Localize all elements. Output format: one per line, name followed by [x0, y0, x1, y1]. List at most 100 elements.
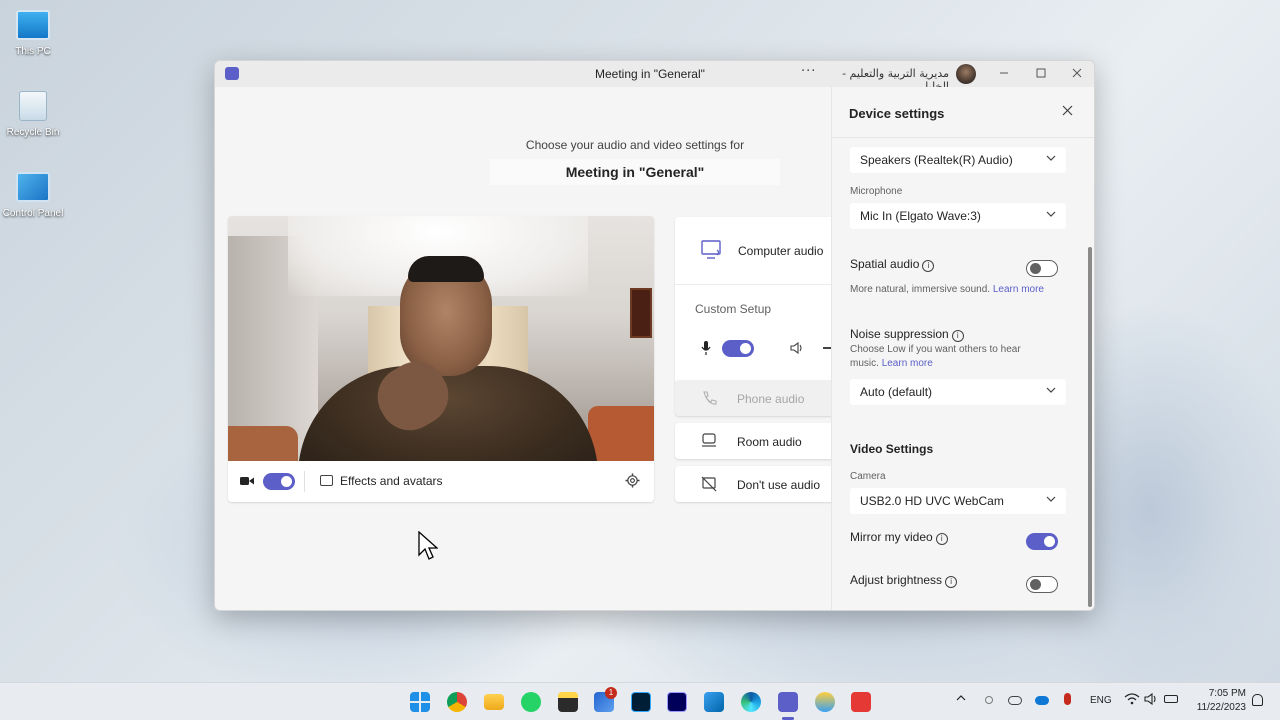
- speaker-value: Speakers (Realtek(R) Audio): [860, 153, 1013, 167]
- maximize-icon[interactable]: [1032, 65, 1050, 83]
- clock-date[interactable]: 11/22/2023: [1188, 702, 1246, 713]
- computer-audio-icon: [701, 240, 721, 259]
- notification-badge: 1: [605, 687, 617, 699]
- device-settings-pane: Device settings Speakers (Realtek(R) Aud…: [831, 87, 1094, 610]
- window-title: Meeting in "General": [595, 67, 705, 81]
- microphone-label: Microphone: [850, 186, 903, 197]
- avatar[interactable]: [956, 64, 976, 84]
- adjust-brightness-toggle[interactable]: [1026, 576, 1058, 593]
- chevron-down-icon: [1046, 387, 1056, 393]
- chevron-down-icon: [1046, 155, 1056, 161]
- no-audio-icon: [701, 476, 717, 492]
- recycle-bin-icon: [19, 91, 47, 121]
- phone-audio-option[interactable]: Phone audio: [675, 380, 845, 416]
- onedrive-icon[interactable]: [1035, 696, 1049, 705]
- learn-more-link[interactable]: Learn more: [882, 358, 933, 369]
- wifi-icon[interactable]: [1124, 693, 1140, 708]
- video-preview-card: Effects and avatars: [228, 216, 654, 502]
- desktop-icon-control-panel[interactable]: Control Panel: [0, 172, 68, 219]
- camera-value: USB2.0 HD UVC WebCam: [860, 494, 1004, 508]
- vscode-icon[interactable]: [704, 692, 724, 712]
- windows-start-icon[interactable]: [410, 692, 430, 712]
- gear-icon[interactable]: [625, 473, 640, 488]
- whatsapp-icon[interactable]: [521, 692, 541, 712]
- phone-icon: [703, 391, 717, 405]
- close-window-icon[interactable]: [1068, 65, 1086, 83]
- taskbar: 1 ENG 7:05 PM 11/22/2023: [0, 682, 1280, 720]
- microphone-dropdown[interactable]: Mic In (Elgato Wave:3): [850, 203, 1066, 229]
- camera-icon: [240, 477, 254, 485]
- close-icon[interactable]: [1059, 104, 1075, 120]
- learn-more-link[interactable]: Learn more: [993, 284, 1044, 295]
- control-panel-icon: [16, 172, 50, 202]
- language-indicator[interactable]: ENG: [1090, 695, 1112, 706]
- camera-label: Camera: [850, 471, 886, 482]
- meeting-title: Meeting in "General": [490, 159, 780, 185]
- vertical-scrollbar[interactable]: [1088, 247, 1092, 607]
- custom-setup-label: Custom Setup: [695, 302, 772, 316]
- spatial-audio-toggle[interactable]: [1026, 260, 1058, 277]
- chevron-up-icon[interactable]: [956, 693, 966, 706]
- room-audio-label: Room audio: [737, 435, 802, 449]
- weather-icon[interactable]: [815, 692, 835, 712]
- teams-logo-icon: [225, 67, 239, 80]
- chevron-down-icon: [1046, 496, 1056, 502]
- computer-audio-label: Computer audio: [738, 244, 824, 258]
- notifications-icon[interactable]: [1252, 694, 1263, 706]
- room-audio-icon: [702, 433, 716, 447]
- cloud-icon[interactable]: [1008, 696, 1022, 705]
- speaker-icon[interactable]: [790, 341, 804, 355]
- prejoin-pane: Choose your audio and video settings for…: [215, 87, 845, 610]
- microphone-icon: [701, 341, 711, 355]
- desktop-icon-label: This PC: [15, 46, 51, 57]
- sticky-notes-icon[interactable]: [558, 692, 578, 712]
- info-icon[interactable]: i: [951, 330, 964, 342]
- desktop-icon-label: Control Panel: [2, 208, 64, 219]
- minimize-icon[interactable]: [995, 65, 1013, 83]
- room-audio-option[interactable]: Room audio: [675, 423, 845, 459]
- volume-icon[interactable]: [1144, 692, 1158, 708]
- video-controls: Effects and avatars: [228, 461, 654, 502]
- no-audio-label: Don't use audio: [737, 478, 821, 492]
- desktop-icon-label: Recycle Bin: [6, 127, 60, 138]
- noise-suppression-label: Noise suppression i: [850, 327, 964, 342]
- clock-time[interactable]: 7:05 PM: [1206, 688, 1246, 699]
- noise-suppression-help: Choose Low if you want others to hear mu…: [850, 344, 1021, 369]
- desktop-icon-recycle-bin[interactable]: Recycle Bin: [0, 91, 68, 138]
- file-explorer-icon[interactable]: [484, 694, 504, 710]
- camera-toggle[interactable]: [263, 473, 295, 490]
- camera-preview: [228, 216, 654, 461]
- mirror-video-toggle[interactable]: [1026, 533, 1058, 550]
- chrome-icon[interactable]: [447, 692, 467, 712]
- info-icon[interactable]: i: [922, 260, 935, 272]
- chevron-down-icon: [1046, 211, 1056, 217]
- phone-audio-label: Phone audio: [737, 392, 805, 406]
- info-icon[interactable]: i: [945, 576, 958, 588]
- battery-icon[interactable]: [1164, 695, 1178, 703]
- video-settings-title: Video Settings: [850, 442, 934, 456]
- divider: [304, 471, 305, 492]
- info-icon[interactable]: i: [935, 533, 948, 545]
- photoshop-icon[interactable]: [631, 692, 651, 712]
- noise-suppression-dropdown[interactable]: Auto (default): [850, 379, 1066, 405]
- no-audio-option[interactable]: Don't use audio: [675, 466, 845, 502]
- effects-and-avatars-button[interactable]: Effects and avatars: [340, 474, 443, 488]
- tray-app-icon[interactable]: [985, 696, 993, 704]
- camera-dropdown[interactable]: USB2.0 HD UVC WebCam: [850, 488, 1066, 514]
- teams-icon[interactable]: [778, 692, 798, 712]
- more-options-icon[interactable]: ···: [801, 64, 816, 79]
- speaker-dropdown[interactable]: Speakers (Realtek(R) Audio): [850, 147, 1066, 173]
- microphone-toggle[interactable]: [722, 340, 754, 357]
- noise-suppression-value: Auto (default): [860, 385, 933, 399]
- after-effects-icon[interactable]: [667, 692, 687, 712]
- effects-icon: [320, 475, 333, 486]
- edge-icon[interactable]: [741, 692, 761, 712]
- monitor-icon: [16, 10, 50, 40]
- microphone-tray-icon[interactable]: [1064, 693, 1071, 705]
- mouse-cursor-icon: [418, 531, 438, 560]
- microphone-value: Mic In (Elgato Wave:3): [860, 209, 981, 223]
- desktop-icon-this-pc[interactable]: This PC: [0, 10, 68, 57]
- computer-audio-option[interactable]: Computer audio Custom Setup: [675, 217, 845, 384]
- adjust-brightness-label: Adjust brightness i: [850, 573, 958, 588]
- app-red-icon[interactable]: [851, 692, 871, 712]
